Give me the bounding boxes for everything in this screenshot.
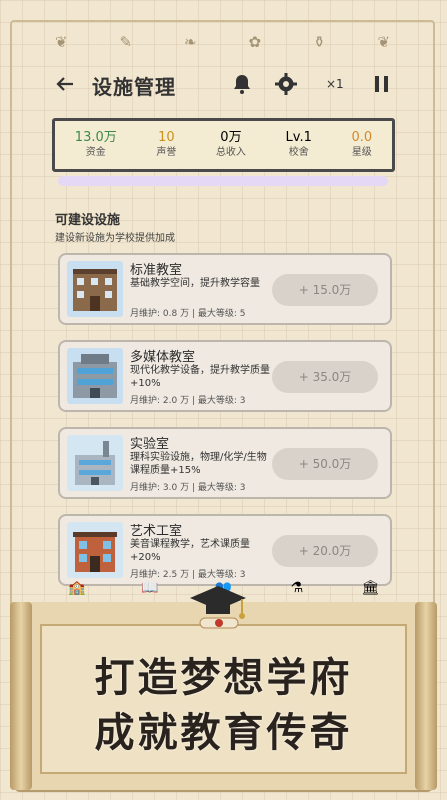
stat-value: 13.0万 [74,130,117,145]
stat-label: 星级 [351,147,372,158]
nav-school-icon[interactable]: 🏫 [65,580,89,604]
facility-meta: 月维护: 0.8 万 | 最大等级: 5 [130,309,246,319]
stat-reputation: 10 声誉 [156,130,176,160]
gear-icon[interactable] [275,73,297,95]
speed-toggle[interactable]: ×1 [326,77,344,91]
page-title: 设施管理 [92,75,176,99]
facility-desc: 美音课程教学，艺术课质量+20% [130,539,250,563]
facility-name: 多媒体教室 [130,350,196,365]
stat-label: 声誉 [156,147,177,158]
facility-desc: 基础教学空间，提升教学容量 [130,278,260,289]
stat-level: Lv.1 校舍 [286,130,312,160]
classroom-building-icon [67,261,123,317]
stats-panel: 13.0万 资金 10 声誉 0万 总收入 Lv.1 校舍 0.0 星级 [52,118,395,172]
stat-label: 总收入 [215,147,246,158]
back-arrow-icon[interactable] [55,69,79,99]
facility-card[interactable]: 标准教室 基础教学空间，提升教学容量 月维护: 0.8 万 | 最大等级: 5 … [58,253,392,325]
nav-flask-icon[interactable]: ⚗ [285,580,309,604]
graduation-cap-icon [188,582,248,632]
facility-card[interactable]: 艺术工室 美音课程教学，艺术课质量+20% 月维护: 2.5 万 | 最大等级:… [58,514,392,586]
facility-meta: 月维护: 2.0 万 | 最大等级: 3 [130,396,246,406]
facility-card[interactable]: 多媒体教室 现代化教学设备，提升教学质量+10% 月维护: 2.0 万 | 最大… [58,340,392,412]
build-button[interactable]: + 20.0万 [272,535,378,567]
bell-icon[interactable] [232,73,252,95]
section-subtitle: 建设新设施为学校提供加成 [55,233,175,244]
section-title: 可建设设施 [55,213,121,228]
stat-income: 0万 总收入 [216,130,246,160]
art-studio-building-icon [67,522,123,578]
stat-value: Lv.1 [285,130,312,145]
facility-desc: 现代化教学设备，提升教学质量+10% [130,365,270,389]
facility-meta: 月维护: 2.5 万 | 最大等级: 3 [130,570,246,580]
banner-line-1: 打造梦想学府 [94,654,353,701]
stat-stars: 0.0 星级 [351,130,372,160]
stat-label: 资金 [85,147,106,158]
facility-name: 实验室 [130,437,170,452]
stat-funds: 13.0万 资金 [75,130,117,160]
stat-value: 0万 [220,130,242,145]
build-button[interactable]: + 35.0万 [272,361,378,393]
nav-book-icon[interactable]: 📖 [138,580,162,604]
facility-desc: 理科实验设施，物理/化学/生物课程质量+15% [130,452,267,476]
decorative-strip: ❦ ✎ ❧ ✿ ⚱ ❦ [54,33,393,51]
facility-meta: 月维护: 3.0 万 | 最大等级: 3 [130,483,246,493]
banner-line-2: 成就教育传奇 [94,709,353,756]
build-button[interactable]: + 15.0万 [272,274,378,306]
multimedia-building-icon [67,348,123,404]
top-bar: 设施管理 ×1 [0,65,447,105]
stat-value: 10 [158,130,175,145]
progress-bar [58,176,388,186]
pause-icon[interactable] [375,76,389,92]
stat-value: 0.0 [351,130,373,145]
laboratory-building-icon [67,435,123,491]
facility-name: 艺术工室 [130,524,183,539]
build-button[interactable]: + 50.0万 [272,448,378,480]
facility-card[interactable]: 实验室 理科实验设施，物理/化学/生物课程质量+15% 月维护: 3.0 万 |… [58,427,392,499]
facility-name: 标准教室 [130,263,183,278]
stat-label: 校舍 [288,147,309,158]
nav-building-icon[interactable]: 🏛 [358,580,382,604]
